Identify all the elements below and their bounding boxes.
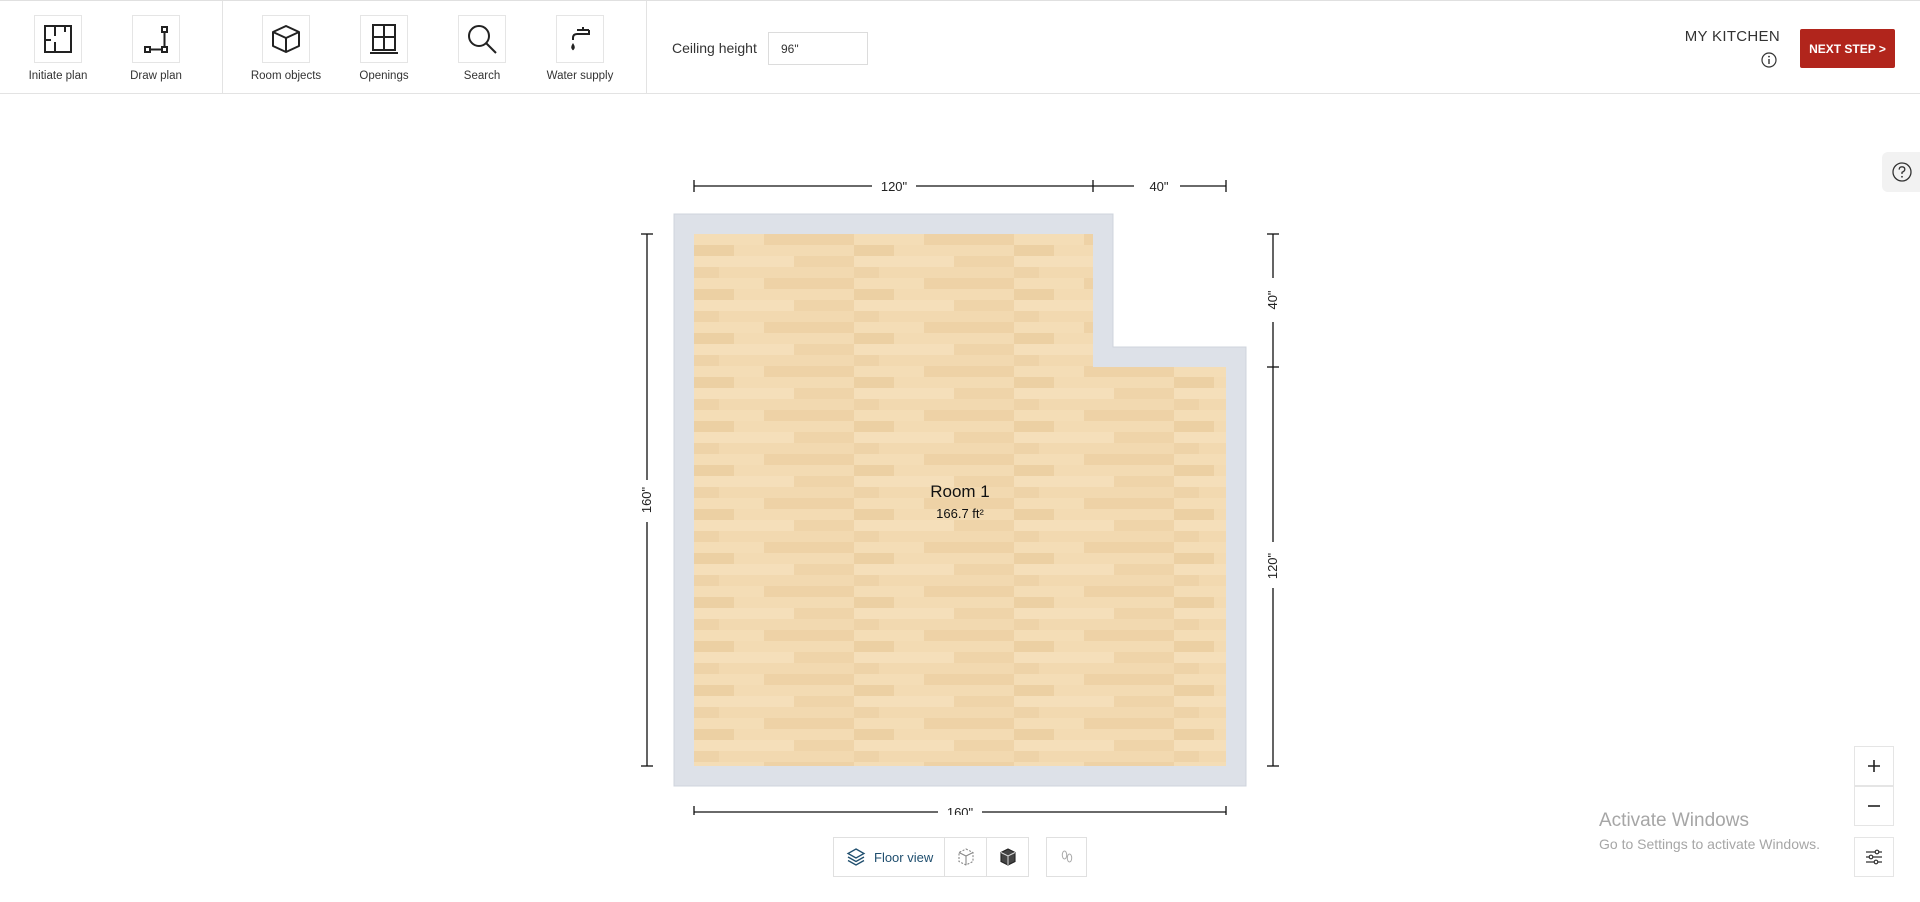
plus-icon	[1868, 760, 1880, 772]
ceiling-height-label: Ceiling height	[672, 40, 757, 56]
draw-plan-icon	[132, 15, 180, 63]
project-name: MY KITCHEN	[1684, 28, 1780, 45]
dimension-right	[1267, 233, 1279, 767]
room-name-label: Room 1	[930, 482, 990, 501]
initiate-plan-tool[interactable]: Initiate plan	[13, 15, 103, 82]
dimension-label-bottom: 160"	[947, 805, 974, 815]
room-area-label: 166.7 ft²	[936, 506, 984, 521]
toolbar-divider	[222, 1, 223, 94]
tool-label: Initiate plan	[28, 70, 88, 82]
tool-label: Openings	[359, 70, 409, 82]
dimension-label-top-left: 120"	[881, 179, 908, 194]
tool-label: Draw plan	[130, 70, 182, 82]
openings-tool[interactable]: Openings	[339, 15, 429, 82]
solid-cube-icon	[1000, 848, 1016, 866]
floor-plan-canvas[interactable]: 120" 40" 160" 40" 120" 160" Room 1 166.7…	[0, 95, 1920, 815]
tool-label: Search	[463, 70, 501, 82]
initiate-plan-icon	[34, 15, 82, 63]
tool-label: Room objects	[250, 70, 322, 82]
ceiling-height-input[interactable]	[768, 32, 868, 65]
dimension-top	[693, 180, 1227, 192]
settings-button[interactable]	[1854, 837, 1894, 877]
minus-icon	[1868, 805, 1880, 807]
cube-icon	[262, 15, 310, 63]
draw-plan-tool[interactable]: Draw plan	[111, 15, 201, 82]
next-step-button[interactable]: NEXT STEP >	[1800, 29, 1895, 68]
dimension-label-top-right: 40"	[1149, 179, 1168, 194]
floor-view-label: Floor view	[874, 849, 934, 865]
3d-view-button[interactable]	[987, 838, 1028, 876]
walk-mode-button[interactable]	[1046, 837, 1087, 877]
dimension-label-left: 160"	[639, 486, 654, 513]
room-objects-tool[interactable]: Room objects	[241, 15, 331, 82]
search-tool[interactable]: Search	[437, 15, 527, 82]
floor-view-icon	[846, 848, 866, 866]
dimension-label-right-lower: 120"	[1265, 552, 1280, 579]
search-icon	[458, 15, 506, 63]
dimension-label-right-upper: 40"	[1265, 290, 1280, 309]
zoom-in-button[interactable]	[1854, 746, 1894, 786]
activate-windows-watermark: Activate Windows Go to Settings to activ…	[1599, 810, 1820, 852]
toolbar-divider	[646, 1, 647, 94]
window-icon	[360, 15, 408, 63]
floor-view-button[interactable]: Floor view	[834, 838, 946, 876]
view-switcher: Floor view	[833, 837, 1030, 877]
watermark-title: Activate Windows	[1599, 810, 1749, 831]
top-toolbar: Initiate plan Draw plan Room objects Ope…	[0, 0, 1920, 94]
watermark-subtitle: Go to Settings to activate Windows.	[1599, 836, 1820, 852]
faucet-icon	[556, 15, 604, 63]
footprints-icon	[1061, 850, 1072, 863]
info-icon[interactable]	[1761, 52, 1777, 68]
water-supply-tool[interactable]: Water supply	[535, 15, 625, 82]
wireframe-view-button[interactable]	[945, 838, 988, 876]
sliders-icon	[1866, 849, 1882, 865]
wireframe-cube-icon	[958, 848, 974, 866]
zoom-out-button[interactable]	[1854, 786, 1894, 826]
tool-label: Water supply	[546, 70, 614, 82]
